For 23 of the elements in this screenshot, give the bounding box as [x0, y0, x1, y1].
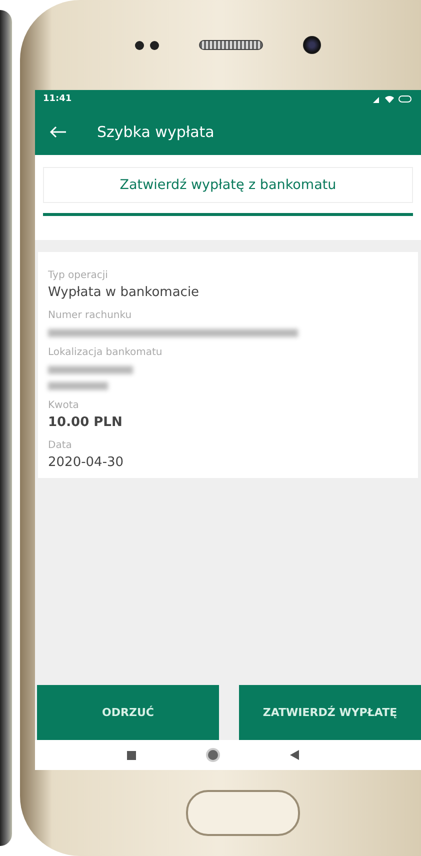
sensor-icon: [135, 40, 159, 50]
detail-label: Numer rachunku: [48, 310, 133, 321]
status-icons-icon: [373, 94, 413, 104]
detail-value: 2020-04-30: [48, 455, 125, 470]
detail-label: Kwota: [48, 400, 80, 411]
detail-label: Typ operacji: [48, 270, 109, 281]
back-arrow-icon[interactable]: [49, 126, 67, 138]
detail-value: Wypłata w bankomacie: [48, 285, 200, 300]
status-time: 11:41: [43, 94, 72, 104]
speaker-icon: [199, 40, 263, 50]
action-button[interactable]: ZATWIERDŹ WYPŁATĘ: [239, 685, 421, 740]
detail-label: Data: [48, 440, 73, 451]
circle-icon[interactable]: [206, 748, 220, 762]
square-icon[interactable]: [127, 750, 136, 760]
triangle-icon[interactable]: [290, 750, 299, 760]
header-title: Zatwierdź wypłatę z bankomatu: [43, 167, 413, 203]
detail-label: Lokalizacja bankomatu: [48, 347, 164, 358]
detail-value: 10.00 PLN: [48, 415, 124, 430]
action-button[interactable]: ODRZUĆ: [37, 685, 219, 740]
home-button[interactable]: [186, 790, 300, 836]
app-bar-title: Szybka wypłata: [97, 122, 214, 140]
blurred-text: [48, 382, 108, 390]
camera-icon: [303, 36, 321, 54]
